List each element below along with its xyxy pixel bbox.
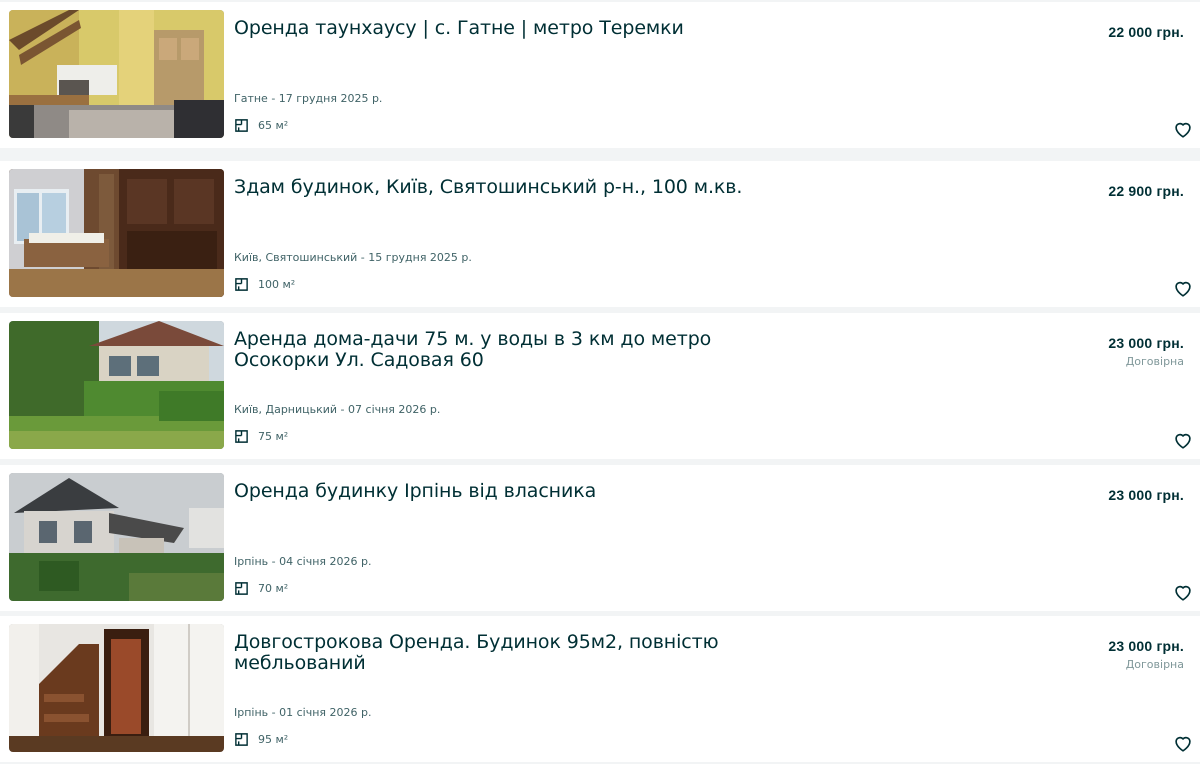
floor-plan-icon <box>235 429 248 443</box>
listing-price: 22 000 грн. <box>1108 24 1184 40</box>
listing-location-date: Гатне - 17 грудня 2025 р. <box>234 92 383 105</box>
listing-title[interactable]: Здам будинок, Київ, Святошинський р-н., … <box>234 177 794 198</box>
heart-outline-icon <box>1175 281 1191 297</box>
floor-plan-icon <box>235 732 248 746</box>
favorite-button[interactable] <box>1172 581 1194 603</box>
favorite-button[interactable] <box>1172 732 1194 754</box>
listing-card[interactable]: Оренда будинку Ірпінь від власника Ірпін… <box>0 465 1200 611</box>
heart-outline-icon <box>1175 585 1191 601</box>
favorite-button[interactable] <box>1172 429 1194 451</box>
listings-list: Оренда таунхаусу | с. Гатне | метро Тере… <box>0 0 1200 764</box>
listing-location-date: Київ, Святошинський - 15 грудня 2025 р. <box>234 251 472 264</box>
listing-area: 65 м² <box>234 116 288 134</box>
listing-area: 95 м² <box>234 730 288 748</box>
heart-outline-icon <box>1175 433 1191 449</box>
listing-card[interactable]: Довгострокова Оренда. Будинок 95м2, повн… <box>0 616 1200 762</box>
listing-area-value: 65 м² <box>258 118 289 132</box>
floor-plan-icon <box>235 277 248 291</box>
listing-location-date: Київ, Дарницький - 07 січня 2026 р. <box>234 403 441 416</box>
listing-area: 70 м² <box>234 579 288 597</box>
listing-area: 100 м² <box>234 275 295 293</box>
listing-photo[interactable] <box>9 624 224 752</box>
listing-photo[interactable] <box>9 10 224 138</box>
listing-card[interactable]: Аренда дома-дачи 75 м. у воды в 3 км до … <box>0 313 1200 459</box>
listing-area: 75 м² <box>234 427 288 445</box>
listing-area-value: 70 м² <box>258 581 289 595</box>
listing-title[interactable]: Оренда будинку Ірпінь від власника <box>234 481 794 502</box>
listing-area-value: 95 м² <box>258 732 289 746</box>
listing-card[interactable]: Здам будинок, Київ, Святошинський р-н., … <box>0 161 1200 307</box>
listing-photo[interactable] <box>9 321 224 449</box>
favorite-button[interactable] <box>1172 118 1194 140</box>
listing-area-value: 75 м² <box>258 429 289 443</box>
listing-photo[interactable] <box>9 473 224 601</box>
listing-price: 23 000 грн. <box>1108 638 1184 654</box>
listing-price: 23 000 грн. <box>1108 335 1184 351</box>
listing-location-date: Ірпінь - 01 січня 2026 р. <box>234 706 372 719</box>
floor-plan-icon <box>235 581 248 595</box>
listing-card[interactable]: Оренда таунхаусу | с. Гатне | метро Тере… <box>0 2 1200 148</box>
listing-title[interactable]: Аренда дома-дачи 75 м. у воды в 3 км до … <box>234 329 794 371</box>
heart-outline-icon <box>1175 736 1191 752</box>
floor-plan-icon <box>235 118 248 132</box>
listing-price: 23 000 грн. <box>1108 487 1184 503</box>
listing-area-value: 100 м² <box>258 277 296 291</box>
price-negotiable-label: Договірна <box>1125 355 1184 368</box>
listing-price: 22 900 грн. <box>1108 183 1184 199</box>
favorite-button[interactable] <box>1172 277 1194 299</box>
listing-title[interactable]: Оренда таунхаусу | с. Гатне | метро Тере… <box>234 18 794 39</box>
price-negotiable-label: Договірна <box>1125 658 1184 671</box>
listing-title[interactable]: Довгострокова Оренда. Будинок 95м2, повн… <box>234 632 794 674</box>
heart-outline-icon <box>1175 122 1191 138</box>
listing-photo[interactable] <box>9 169 224 297</box>
listing-location-date: Ірпінь - 04 січня 2026 р. <box>234 555 372 568</box>
